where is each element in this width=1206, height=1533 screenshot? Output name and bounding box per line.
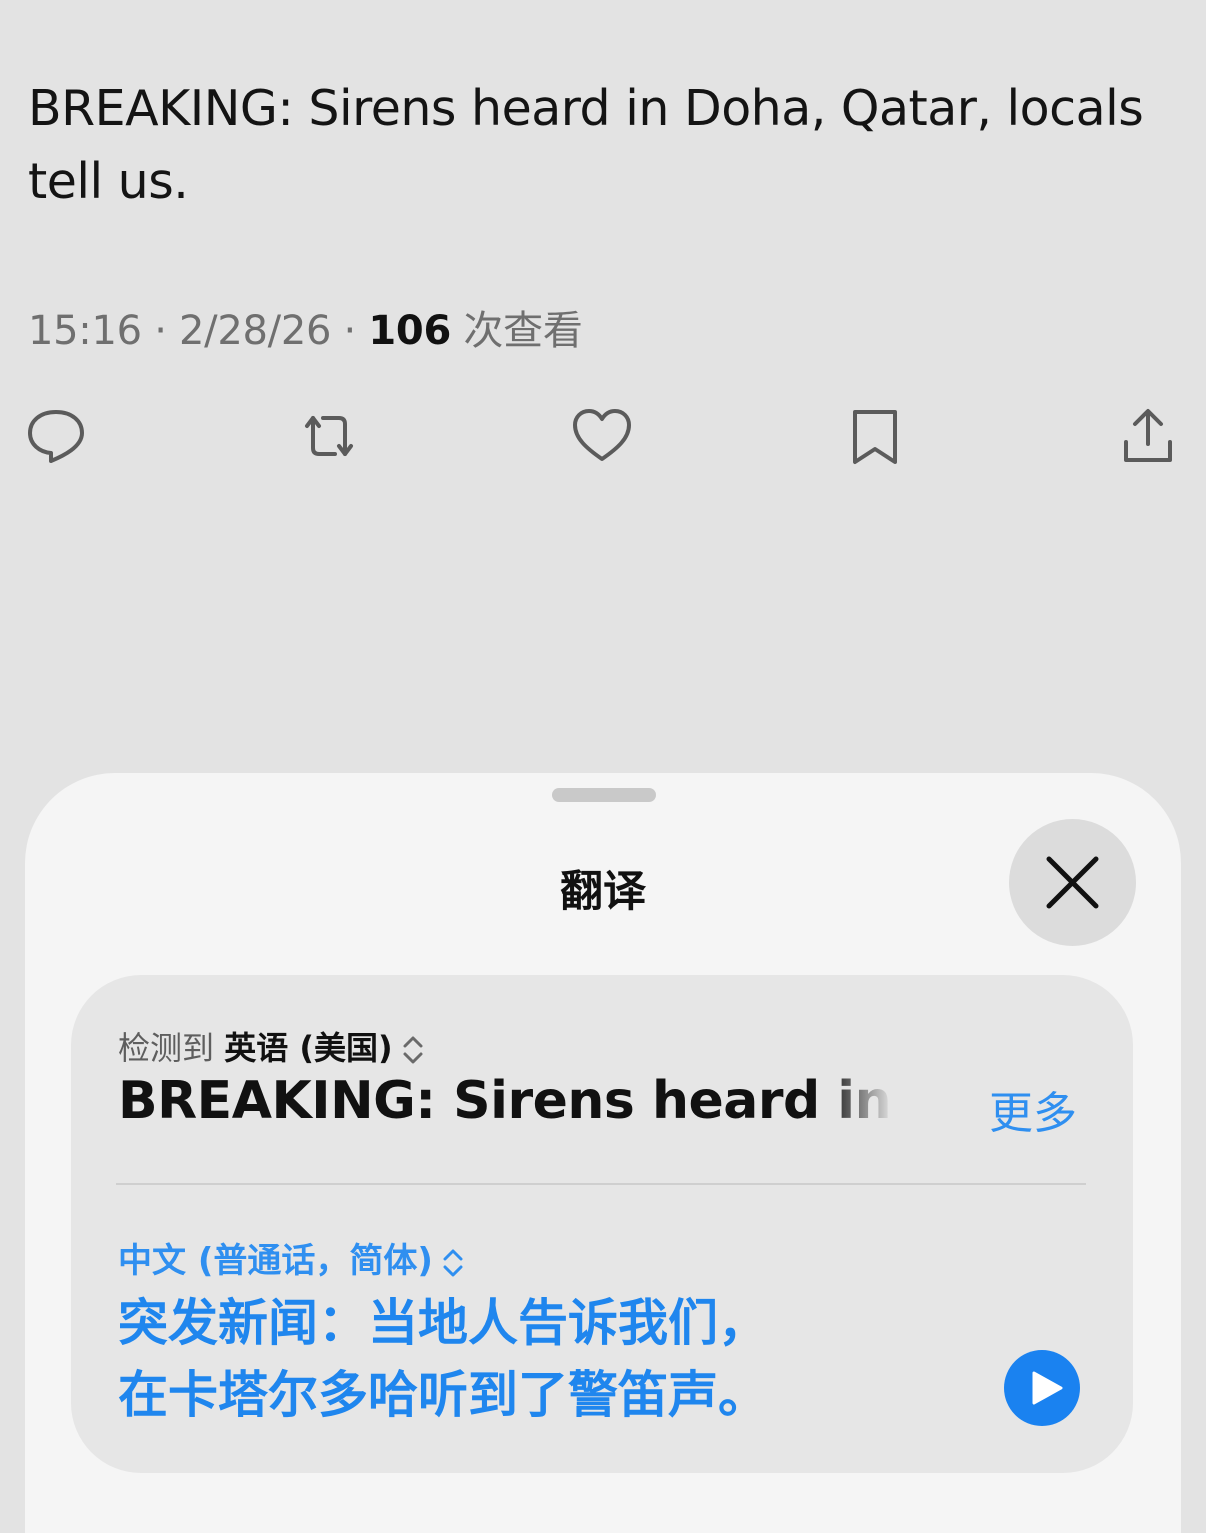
close-icon <box>1046 856 1099 909</box>
target-language-selector[interactable]: 中文 (普通话，简体) <box>118 1233 465 1282</box>
retweet-icon[interactable] <box>297 404 361 468</box>
play-button[interactable] <box>1004 1350 1080 1426</box>
target-language: 中文 (普通话，简体) <box>118 1241 433 1281</box>
tweet-meta: 15:16 · 2/28/26 · 106 次查看 <box>28 298 583 356</box>
meta-separator: · <box>141 308 180 354</box>
tweet-text: BREAKING: Sirens heard in Doha, Qatar, l… <box>28 80 1144 210</box>
translate-sheet: 翻译 检测到 英语 (美国) BREAKING: Sirens heard in… <box>25 773 1181 1533</box>
views-label: 次查看 <box>463 308 583 354</box>
source-language: 英语 (美国) <box>224 1029 393 1067</box>
translated-line: 突发新闻：当地人告诉我们， <box>118 1294 768 1352</box>
share-icon[interactable] <box>1116 404 1180 468</box>
sheet-grabber[interactable] <box>552 788 656 802</box>
views-count: 106 <box>368 308 451 354</box>
divider <box>116 1183 1086 1185</box>
translation-card: 检测到 英语 (美国) BREAKING: Sirens heard in Do… <box>71 975 1133 1473</box>
bookmark-icon[interactable] <box>843 404 907 468</box>
source-text-fade <box>826 1071 901 1141</box>
more-button[interactable]: 更多 <box>989 1077 1077 1141</box>
source-text: BREAKING: Sirens heard in Doha, Qatar, l… <box>118 1071 888 1131</box>
close-button[interactable] <box>1009 819 1136 946</box>
detected-prefix: 检测到 <box>118 1029 215 1067</box>
chevron-up-down-icon <box>403 1036 423 1064</box>
tweet-time: 15:16 <box>28 308 142 354</box>
source-language-selector[interactable]: 检测到 英语 (美国) <box>118 1023 425 1069</box>
tweet-date: 2/28/26 <box>179 308 332 354</box>
sheet-title: 翻译 <box>560 867 646 917</box>
translated-text: 突发新闻：当地人告诉我们， 在卡塔尔多哈听到了警笛声。 <box>118 1287 968 1431</box>
play-icon <box>1032 1371 1063 1405</box>
translated-line: 在卡塔尔多哈听到了警笛声。 <box>118 1366 768 1424</box>
like-icon[interactable] <box>570 404 634 468</box>
chevron-up-down-icon <box>443 1249 463 1276</box>
meta-separator: · <box>331 308 369 354</box>
tweet-actions <box>0 404 1206 468</box>
reply-icon[interactable] <box>24 404 88 468</box>
